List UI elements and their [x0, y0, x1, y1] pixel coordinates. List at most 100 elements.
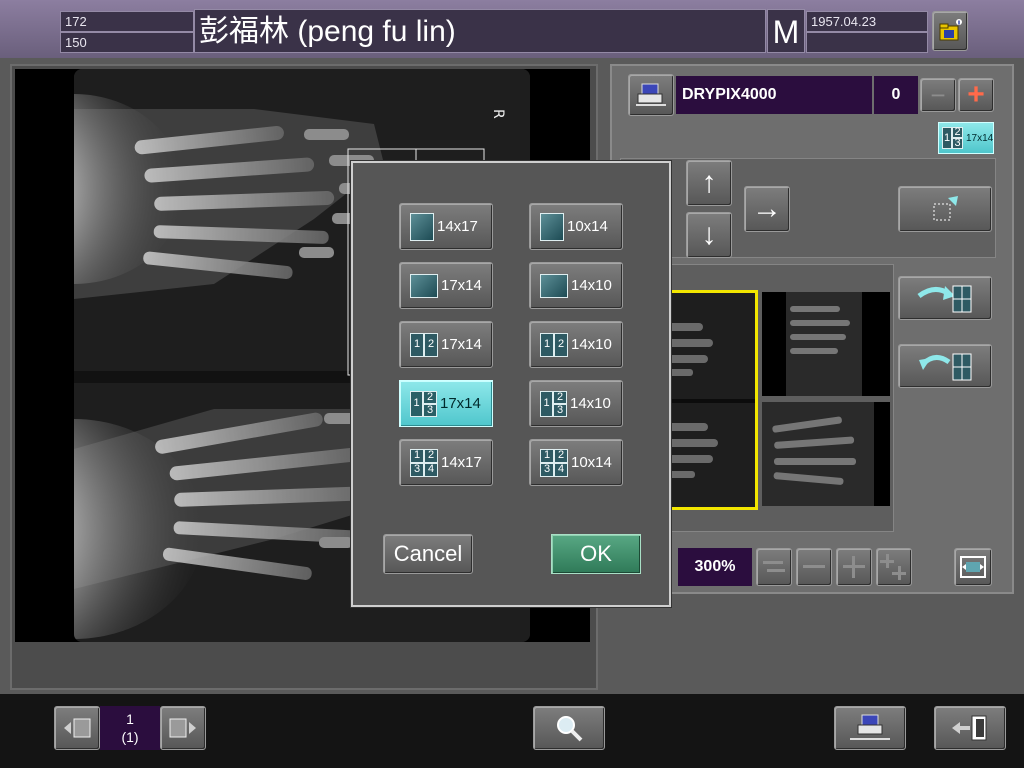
printer-icon — [636, 83, 666, 106]
foot-thumbnail — [786, 292, 862, 396]
format-label: 14x17 — [441, 454, 482, 471]
layout-cell-2: 2 — [554, 332, 568, 357]
layout-format-badge[interactable]: 1 2 3 17x14 — [938, 122, 994, 154]
layout-cell-3: 3 — [423, 403, 437, 417]
svg-text:R: R — [490, 109, 506, 119]
patient-field-empty — [806, 32, 928, 53]
ok-button[interactable]: OK — [551, 534, 641, 574]
rotate-counterclockwise-icon — [919, 353, 972, 381]
copies-decrease-button[interactable]: − — [920, 78, 956, 112]
format-option-6[interactable]: 1 2 14x10 — [529, 321, 623, 368]
preview-slot-3[interactable] — [762, 402, 890, 506]
format-label: 14x10 — [571, 336, 612, 353]
three-up-layout-icon: 1 2 3 — [942, 127, 964, 149]
cancel-button[interactable]: Cancel — [383, 534, 473, 574]
minus-icon — [803, 565, 825, 568]
print-button[interactable] — [834, 706, 906, 750]
film-format-dialog: 14x17 10x14 17x14 14x10 1 2 17x14 1 2 14… — [351, 161, 671, 607]
format-option-5[interactable]: 1 2 17x14 — [399, 321, 493, 368]
birth-date: 1957.04.23 — [806, 11, 928, 32]
format-label: 10x14 — [571, 454, 612, 471]
copies-count: 0 — [874, 76, 918, 114]
rotate-left-button[interactable] — [898, 344, 992, 388]
current-page: 1 — [126, 711, 134, 727]
patient-sex: M — [767, 9, 805, 53]
format-option-10[interactable]: 1 2 3 4 10x14 — [529, 439, 623, 486]
copies-increase-button[interactable]: + — [958, 78, 994, 112]
exit-button[interactable] — [934, 706, 1006, 750]
folder-info-icon — [939, 19, 962, 41]
move-right-button[interactable]: → — [744, 186, 790, 232]
printer-button[interactable] — [628, 74, 674, 116]
move-down-button[interactable]: ↓ — [686, 212, 732, 258]
two-up-layout-icon: 1 2 — [410, 332, 438, 357]
layout-cell-3: 3 — [540, 462, 554, 477]
layout-cell-1: 1 — [540, 390, 553, 417]
plus-icon — [843, 556, 865, 578]
format-label: 14x10 — [571, 277, 612, 294]
folder-info-button[interactable] — [932, 11, 968, 51]
layout-cell-1: 1 — [540, 332, 554, 357]
format-label: 14x17 — [437, 218, 478, 235]
layout-badge-label: 17x14 — [966, 132, 994, 144]
zoom-out-button[interactable] — [796, 548, 832, 586]
zoom-in-more-button[interactable] — [876, 548, 912, 586]
bottom-toolbar: 1 (1) — [0, 694, 1024, 768]
printer-name: DRYPIX4000 — [676, 76, 872, 114]
three-up-layout-icon: 1 2 3 — [540, 390, 567, 417]
format-label: 17x14 — [441, 277, 482, 294]
zoom-in-button[interactable] — [836, 548, 872, 586]
single-landscape-icon — [540, 273, 568, 298]
zoom-level: 300% — [678, 548, 752, 586]
exit-door-icon — [952, 715, 987, 741]
fit-to-window-button[interactable] — [954, 548, 992, 586]
layout-cell-2: 2 — [553, 390, 567, 404]
four-up-layout-icon: 1 2 3 4 — [540, 448, 568, 477]
rotate-right-button[interactable] — [898, 276, 992, 320]
layout-cell-1: 1 — [942, 127, 952, 149]
magnifier-icon — [557, 716, 583, 742]
format-label: 17x14 — [440, 395, 481, 412]
format-label: 17x14 — [441, 336, 482, 353]
patient-field-secondary: 150 — [60, 32, 194, 53]
layout-cell-2: 2 — [423, 390, 437, 404]
double-minus-icon — [763, 561, 785, 572]
format-option-9[interactable]: 1 2 3 4 14x17 — [399, 439, 493, 486]
format-option-1[interactable]: 14x17 — [399, 203, 493, 250]
magnifier-button[interactable] — [533, 706, 605, 750]
format-label: 14x10 — [570, 395, 611, 412]
three-up-layout-icon: 1 2 3 — [410, 390, 437, 417]
rotate-clockwise-icon — [917, 285, 972, 313]
total-pages: (1) — [121, 729, 139, 745]
format-option-4[interactable]: 14x10 — [529, 262, 623, 309]
preview-slot-2[interactable] — [762, 292, 890, 396]
format-option-2[interactable]: 10x14 — [529, 203, 623, 250]
fit-window-icon — [960, 556, 986, 578]
format-option-7-selected[interactable]: 1 2 3 17x14 — [399, 380, 493, 427]
layout-cell-2: 2 — [424, 448, 438, 463]
four-up-layout-icon: 1 2 3 4 — [410, 448, 438, 477]
layout-cell-4: 4 — [554, 462, 568, 477]
layout-cell-1: 1 — [540, 448, 554, 463]
foot-thumbnail — [762, 402, 874, 506]
format-option-8[interactable]: 1 2 3 14x10 — [529, 380, 623, 427]
page-indicator: 1 (1) — [100, 706, 160, 750]
printer-icon — [850, 714, 890, 740]
layout-cell-1: 1 — [410, 448, 424, 463]
single-landscape-icon — [410, 273, 438, 298]
next-page-button[interactable] — [160, 706, 206, 750]
layout-cell-1: 1 — [410, 332, 424, 357]
crop-button[interactable] — [898, 186, 992, 232]
move-up-button[interactable]: ↑ — [686, 160, 732, 206]
two-up-layout-icon: 1 2 — [540, 332, 568, 357]
patient-name: 彭福林 (peng fu lin) — [194, 9, 766, 53]
layout-cell-2: 2 — [424, 332, 438, 357]
single-portrait-icon — [540, 212, 564, 241]
layout-cell-4: 4 — [424, 462, 438, 477]
previous-page-button[interactable] — [54, 706, 100, 750]
format-option-3[interactable]: 17x14 — [399, 262, 493, 309]
patient-header: 172 150 彭福林 (peng fu lin) M 1957.04.23 — [0, 0, 1024, 58]
double-plus-icon — [880, 554, 906, 580]
layout-cell-2: 2 — [554, 448, 568, 463]
zoom-out-more-button[interactable] — [756, 548, 792, 586]
